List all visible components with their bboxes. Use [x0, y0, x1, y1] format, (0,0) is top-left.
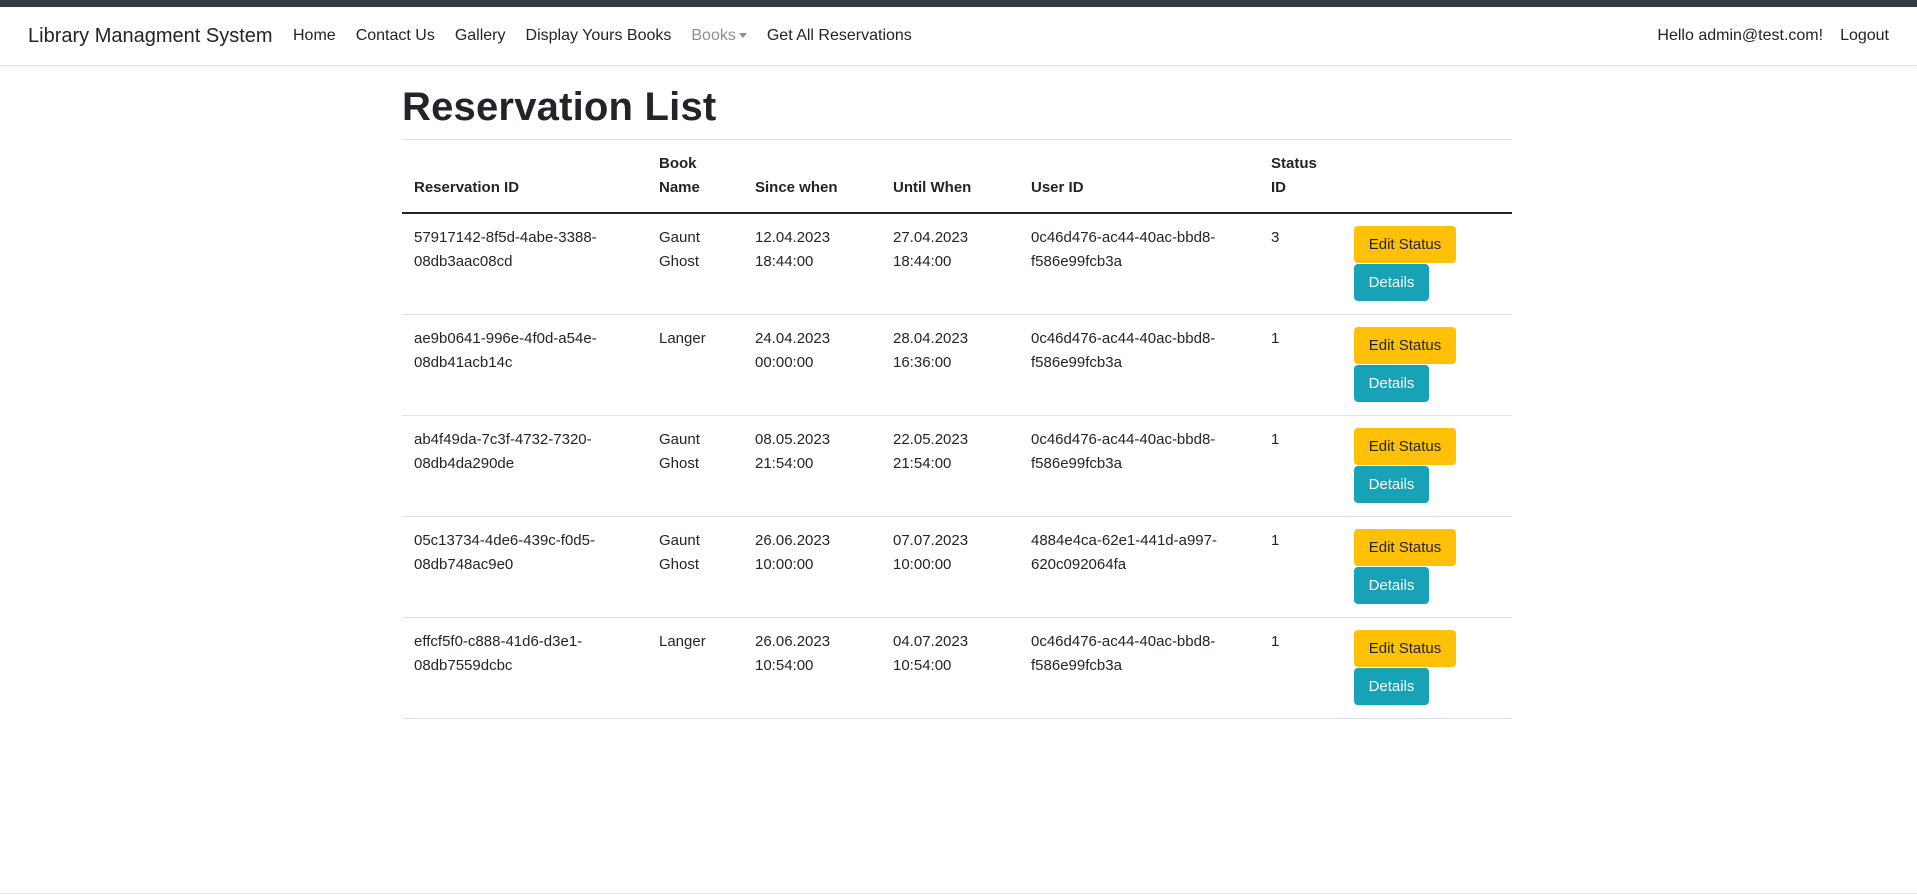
cell-actions: Edit Status Details: [1342, 617, 1512, 719]
reservation-table: Reservation ID Book Name Since when Unti…: [402, 140, 1512, 719]
cell-reservation-id: effcf5f0-c888-41d6-d3e1-08db7559dcbc: [402, 617, 647, 719]
edit-status-button[interactable]: Edit Status: [1354, 226, 1456, 263]
header-reservation-id: Reservation ID: [402, 140, 647, 214]
details-button[interactable]: Details: [1354, 365, 1429, 402]
table-row: 05c13734-4de6-439c-f0d5-08db748ac9e0 Gau…: [402, 516, 1512, 618]
cell-reservation-id: ab4f49da-7c3f-4732-7320-08db4da290de: [402, 415, 647, 517]
edit-status-button[interactable]: Edit Status: [1354, 529, 1456, 566]
brand-link[interactable]: Library Managment System: [28, 25, 273, 48]
header-since-when: Since when: [743, 140, 881, 214]
cell-status-id: 1: [1259, 516, 1342, 618]
table-row: effcf5f0-c888-41d6-d3e1-08db7559dcbc Lan…: [402, 617, 1512, 719]
cell-until-when: 22.05.2023 21:54:00: [881, 415, 1019, 517]
edit-status-button[interactable]: Edit Status: [1354, 630, 1456, 667]
cell-status-id: 1: [1259, 415, 1342, 517]
cell-until-when: 27.04.2023 18:44:00: [881, 213, 1019, 315]
cell-until-when: 07.07.2023 10:00:00: [881, 516, 1019, 618]
cell-actions: Edit Status Details: [1342, 415, 1512, 517]
navbar: Library Managment System Home Contact Us…: [0, 7, 1917, 66]
nav-contact-link[interactable]: Contact Us: [356, 27, 435, 45]
nav-links: Home Contact Us Gallery Display Yours Bo…: [293, 27, 932, 45]
nav-home-link[interactable]: Home: [293, 27, 336, 45]
edit-status-button[interactable]: Edit Status: [1354, 428, 1456, 465]
cell-user-id: 0c46d476-ac44-40ac-bbd8-f586e99fcb3a: [1019, 617, 1259, 719]
cell-status-id: 3: [1259, 213, 1342, 315]
caret-down-icon: [738, 33, 747, 39]
cell-since-when: 24.04.2023 00:00:00: [743, 314, 881, 416]
cell-book-name: Langer: [647, 617, 743, 719]
header-status-id: Status ID: [1259, 140, 1342, 214]
top-accent-bar: [0, 0, 1917, 7]
nav-books-label: Books: [691, 27, 736, 44]
cell-book-name: Langer: [647, 314, 743, 416]
cell-since-when: 12.04.2023 18:44:00: [743, 213, 881, 315]
header-actions: [1342, 140, 1512, 214]
cell-until-when: 28.04.2023 16:36:00: [881, 314, 1019, 416]
header-book-name: Book Name: [647, 140, 743, 214]
logout-link[interactable]: Logout: [1840, 27, 1889, 45]
cell-user-id: 0c46d476-ac44-40ac-bbd8-f586e99fcb3a: [1019, 314, 1259, 416]
nav-books-dropdown[interactable]: Books: [691, 27, 747, 45]
details-button[interactable]: Details: [1354, 668, 1429, 705]
header-until-when: Until When: [881, 140, 1019, 214]
nav-display-books-link[interactable]: Display Yours Books: [526, 27, 672, 45]
table-header-row: Reservation ID Book Name Since when Unti…: [402, 140, 1512, 214]
cell-user-id: 0c46d476-ac44-40ac-bbd8-f586e99fcb3a: [1019, 415, 1259, 517]
cell-book-name: Gaunt Ghost: [647, 415, 743, 517]
cell-user-id: 0c46d476-ac44-40ac-bbd8-f586e99fcb3a: [1019, 213, 1259, 315]
cell-actions: Edit Status Details: [1342, 314, 1512, 416]
cell-since-when: 26.06.2023 10:00:00: [743, 516, 881, 618]
header-user-id: User ID: [1019, 140, 1259, 214]
table-row: ab4f49da-7c3f-4732-7320-08db4da290de Gau…: [402, 415, 1512, 517]
cell-book-name: Gaunt Ghost: [647, 213, 743, 315]
page-title: Reservation List: [402, 85, 1512, 140]
cell-user-id: 4884e4ca-62e1-441d-a997-620c092064fa: [1019, 516, 1259, 618]
nav-user-area: Hello admin@test.com! Logout: [1657, 27, 1917, 45]
nav-reservations-link[interactable]: Get All Reservations: [767, 27, 912, 45]
details-button[interactable]: Details: [1354, 264, 1429, 301]
table-row: ae9b0641-996e-4f0d-a54e-08db41acb14c Lan…: [402, 314, 1512, 416]
main-content: Reservation List Reservation ID Book Nam…: [402, 65, 1512, 719]
cell-since-when: 08.05.2023 21:54:00: [743, 415, 881, 517]
details-button[interactable]: Details: [1354, 567, 1429, 604]
nav-gallery-link[interactable]: Gallery: [455, 27, 506, 45]
user-greeting-link[interactable]: Hello admin@test.com!: [1657, 27, 1823, 45]
cell-status-id: 1: [1259, 314, 1342, 416]
cell-status-id: 1: [1259, 617, 1342, 719]
cell-actions: Edit Status Details: [1342, 213, 1512, 315]
footer-divider: [0, 893, 1917, 894]
cell-actions: Edit Status Details: [1342, 516, 1512, 618]
edit-status-button[interactable]: Edit Status: [1354, 327, 1456, 364]
cell-reservation-id: 57917142-8f5d-4abe-3388-08db3aac08cd: [402, 213, 647, 315]
cell-book-name: Gaunt Ghost: [647, 516, 743, 618]
table-row: 57917142-8f5d-4abe-3388-08db3aac08cd Gau…: [402, 213, 1512, 315]
cell-reservation-id: ae9b0641-996e-4f0d-a54e-08db41acb14c: [402, 314, 647, 416]
cell-since-when: 26.06.2023 10:54:00: [743, 617, 881, 719]
details-button[interactable]: Details: [1354, 466, 1429, 503]
cell-reservation-id: 05c13734-4de6-439c-f0d5-08db748ac9e0: [402, 516, 647, 618]
cell-until-when: 04.07.2023 10:54:00: [881, 617, 1019, 719]
